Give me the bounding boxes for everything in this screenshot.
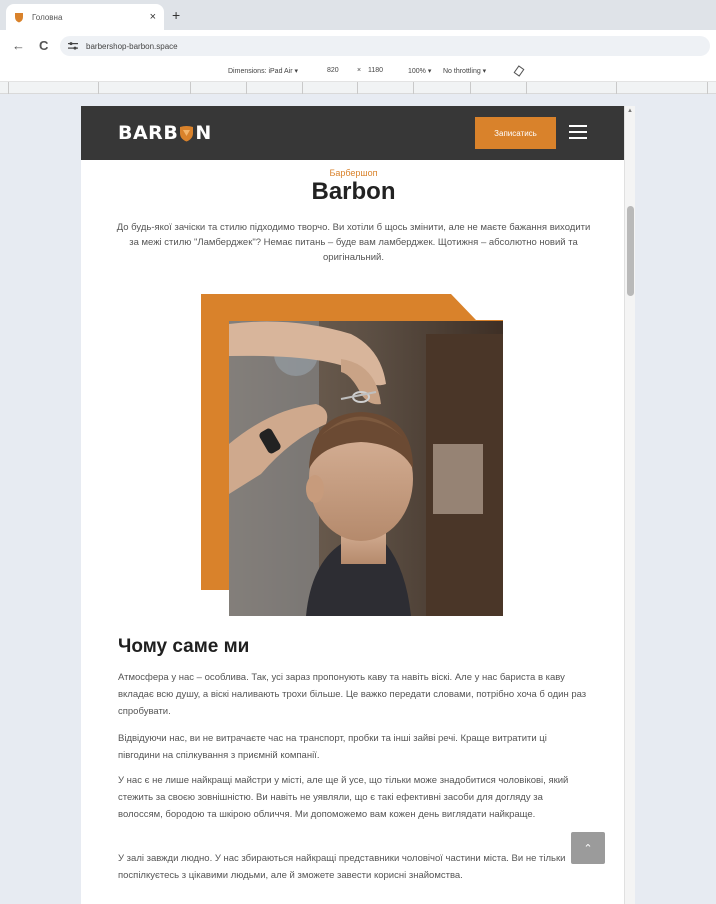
emulated-page: BARB N Записатись Барбершоп Barbon До бу… [81,106,626,904]
paragraph-time: Відвідуючи нас, ви не витрачаєте час на … [118,733,547,761]
paragraph-masters: У нас є не лише найкращі майстри у місті… [118,775,569,820]
back-to-top-button[interactable]: ⌃ [571,832,605,864]
device-toolbar: Dimensions: iPad Air ▾ 820 × 1180 100% ▾… [0,60,716,82]
logo-text-left: BARB [118,122,179,144]
page-scrollbar[interactable]: ▲ [624,106,635,904]
site-header: BARB N Записатись [81,106,626,160]
address-bar-row: ← C barbershop-barbon.space [0,30,716,60]
browser-tab-strip: Головна × + [0,0,716,30]
url-text: barbershop-barbon.space [86,41,178,51]
throttling-select[interactable]: No throttling ▾ [443,67,486,75]
book-appointment-button[interactable]: Записатись [475,117,556,149]
tab-close-icon[interactable]: × [150,11,156,23]
favicon-icon [15,12,23,22]
rotate-icon[interactable] [513,65,525,77]
address-bar[interactable]: barbershop-barbon.space [60,36,710,56]
section-kicker: Барбершоп [329,168,378,178]
logo[interactable]: BARB N [118,122,212,144]
section-heading: Чому саме ми [118,636,250,657]
site-settings-icon[interactable] [68,42,78,50]
dimension-separator: × [357,67,362,74]
browser-tab[interactable]: Головна × [6,4,164,30]
hamburger-menu-icon[interactable] [569,125,587,139]
scrollbar-thumb[interactable] [627,206,634,296]
device-dimensions-select[interactable]: Dimensions: iPad Air ▾ [228,67,298,75]
tab-title: Головна [32,12,63,22]
paragraph-atmosphere: Атмосфера у нас – особлива. Так, усі зар… [118,672,587,717]
reload-icon[interactable]: C [39,38,48,53]
hero-barber-photo [201,294,503,616]
device-height-input[interactable]: 1180 [368,67,383,74]
back-arrow-icon[interactable]: ← [12,38,25,53]
media-query-ruler [0,82,716,94]
paragraph-people: У залі завжди людно. У нас збираються на… [118,853,566,881]
device-width-input[interactable]: 820 [327,67,339,74]
intro-text: До будь-якої зачіски та стилю підходимо … [116,222,591,263]
scroll-up-arrow-icon[interactable]: ▲ [627,108,633,114]
shield-logo-icon [180,125,194,141]
zoom-select[interactable]: 100% ▾ [408,67,431,75]
logo-text-right: N [195,122,212,144]
new-tab-icon[interactable]: + [172,7,180,23]
page-title: Barbon [311,178,396,205]
